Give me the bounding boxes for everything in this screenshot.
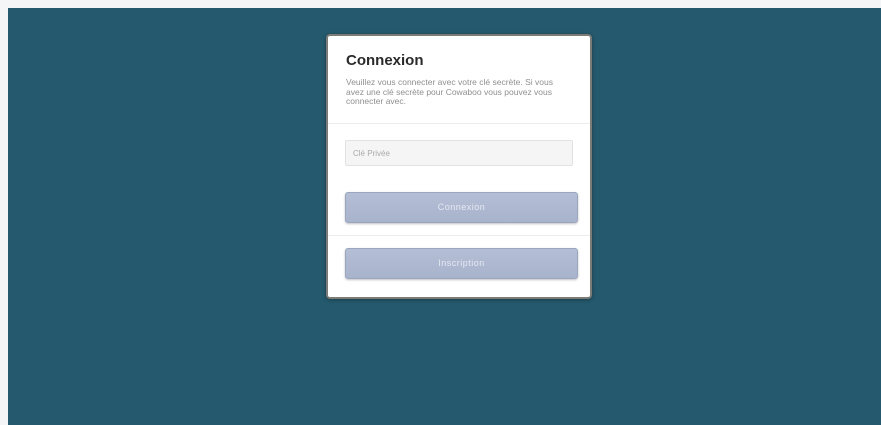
login-dialog: Connexion Veuillez vous connecter avec v… — [326, 34, 592, 299]
dialog-title: Connexion — [346, 52, 424, 69]
dialog-description: Veuillez vous connecter avec votre clé s… — [346, 77, 553, 106]
login-dialog-body: Connexion — [328, 124, 590, 236]
login-dialog-footer: Inscription — [328, 236, 590, 297]
login-dialog-header: Connexion Veuillez vous connecter avec v… — [328, 36, 590, 124]
register-button[interactable]: Inscription — [345, 248, 578, 279]
private-key-input[interactable] — [345, 140, 573, 166]
page-background: Connexion Veuillez vous connecter avec v… — [8, 8, 881, 425]
login-button[interactable]: Connexion — [345, 192, 578, 223]
